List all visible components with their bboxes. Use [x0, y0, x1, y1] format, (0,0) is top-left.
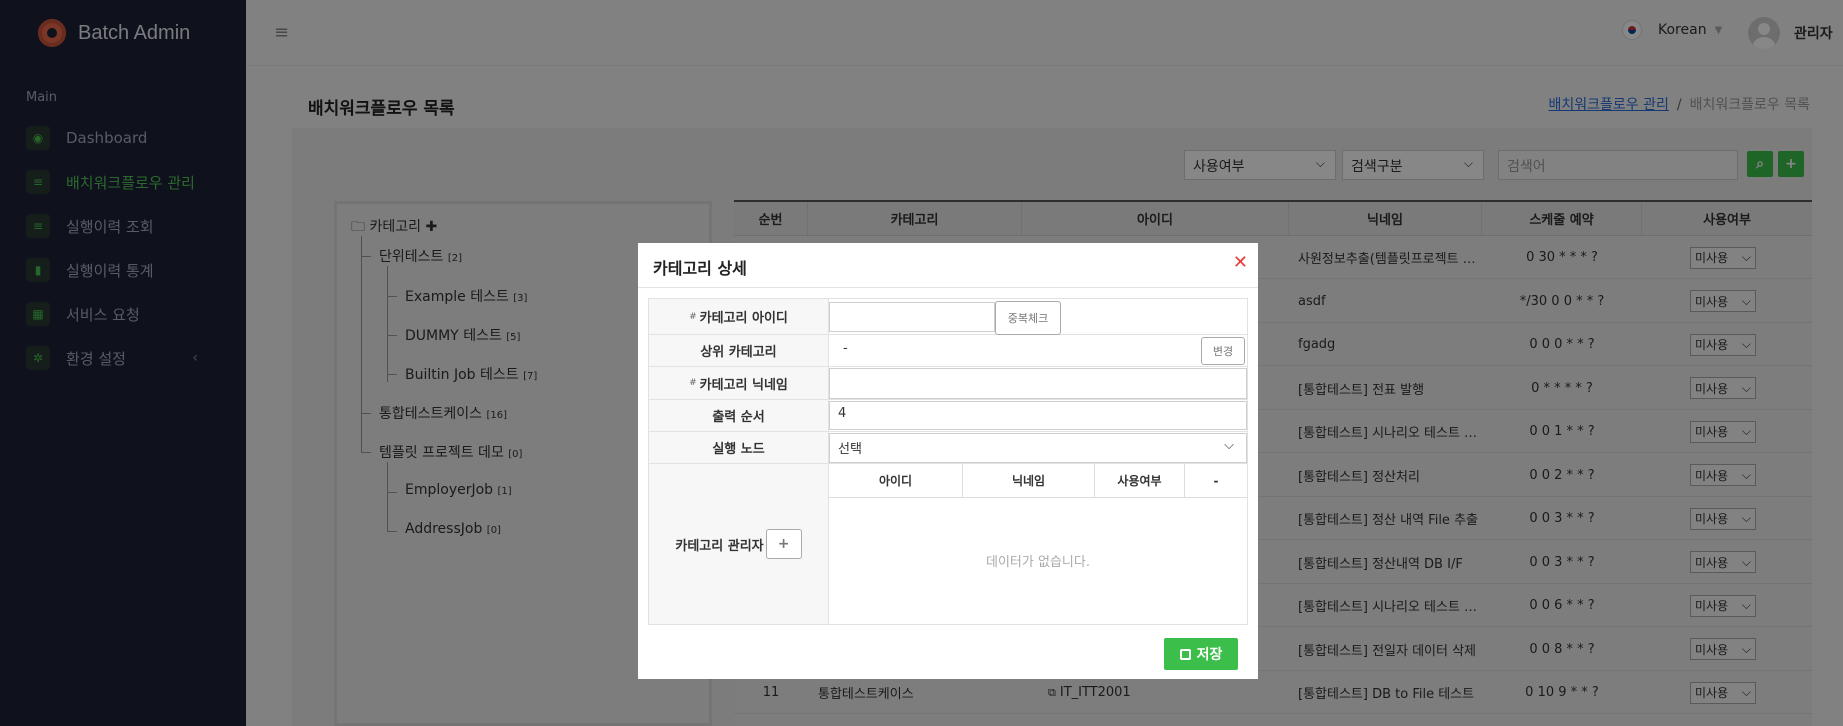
category-detail-modal: 카테고리 상세 ✕ # 카테고리 아이디 중복체크 상위 카테고리 - 변경 # 카… — [638, 243, 1258, 679]
category-form: # 카테고리 아이디 중복체크 상위 카테고리 - 변경 # 카테고리 닉네임 출력… — [648, 298, 1248, 625]
nickname-label: # 카테고리 닉네임 — [649, 367, 829, 399]
form-row-manager: 카테고리 관리자 + 아이디 닉네임 사용여부 - 데이터가 없습니다. — [649, 464, 1247, 624]
nickname-value-cell — [829, 367, 1247, 399]
change-parent-button[interactable]: 변경 — [1201, 337, 1245, 365]
manager-table: 아이디 닉네임 사용여부 - 데이터가 없습니다. — [829, 464, 1247, 624]
required-mark-icon: # — [689, 311, 697, 322]
parent-label: 상위 카테고리 — [649, 335, 829, 366]
execution-node-select[interactable]: 선택 ⌵ — [829, 433, 1247, 463]
display-order-input[interactable]: 4 — [829, 401, 1247, 430]
manager-col-action: - — [1213, 473, 1219, 488]
manager-col-nickname: 닉네임 — [963, 464, 1095, 497]
save-label: 저장 — [1196, 647, 1223, 663]
id-value-cell: 중복체크 — [829, 299, 1247, 335]
node-value-cell: 선택 ⌵ — [829, 432, 1247, 463]
form-row-parent: 상위 카테고리 - 변경 — [649, 335, 1247, 367]
save-button[interactable]: 저장 — [1164, 638, 1238, 670]
form-row-nickname: # 카테고리 닉네임 — [649, 367, 1247, 400]
category-nickname-input[interactable] — [829, 368, 1247, 399]
manager-label-text: 카테고리 관리자 — [675, 538, 764, 554]
save-disk-icon — [1179, 648, 1191, 660]
form-row-order: 출력 순서 4 — [649, 400, 1247, 432]
category-id-input[interactable] — [829, 302, 995, 332]
modal-divider — [638, 287, 1258, 288]
empty-message: 데이터가 없습니다. — [986, 554, 1090, 570]
node-label: 실행 노드 — [649, 432, 829, 463]
form-row-id: # 카테고리 아이디 중복체크 — [649, 299, 1247, 335]
manager-table-header: 아이디 닉네임 사용여부 - — [829, 464, 1247, 498]
chevron-down-icon: ⌵ — [1224, 438, 1234, 453]
required-mark-icon: # — [689, 378, 697, 388]
form-row-node: 실행 노드 선택 ⌵ — [649, 432, 1247, 464]
duplicate-check-button[interactable]: 중복체크 — [995, 301, 1061, 335]
plus-icon: + — [777, 536, 790, 552]
execution-node-value: 선택 — [838, 442, 862, 457]
add-manager-button[interactable]: + — [765, 529, 802, 559]
manager-col-id: 아이디 — [829, 464, 963, 497]
parent-value-cell: - 변경 — [829, 335, 1247, 366]
order-value-cell: 4 — [829, 400, 1247, 431]
manager-col-use: 사용여부 — [1095, 464, 1185, 497]
id-label: # 카테고리 아이디 — [649, 299, 829, 334]
modal-title: 카테고리 상세 — [653, 259, 747, 278]
close-icon[interactable]: ✕ — [1233, 252, 1248, 273]
order-label: 출력 순서 — [649, 400, 829, 431]
parent-category-value: - — [843, 341, 848, 356]
manager-label: 카테고리 관리자 + — [649, 464, 829, 624]
